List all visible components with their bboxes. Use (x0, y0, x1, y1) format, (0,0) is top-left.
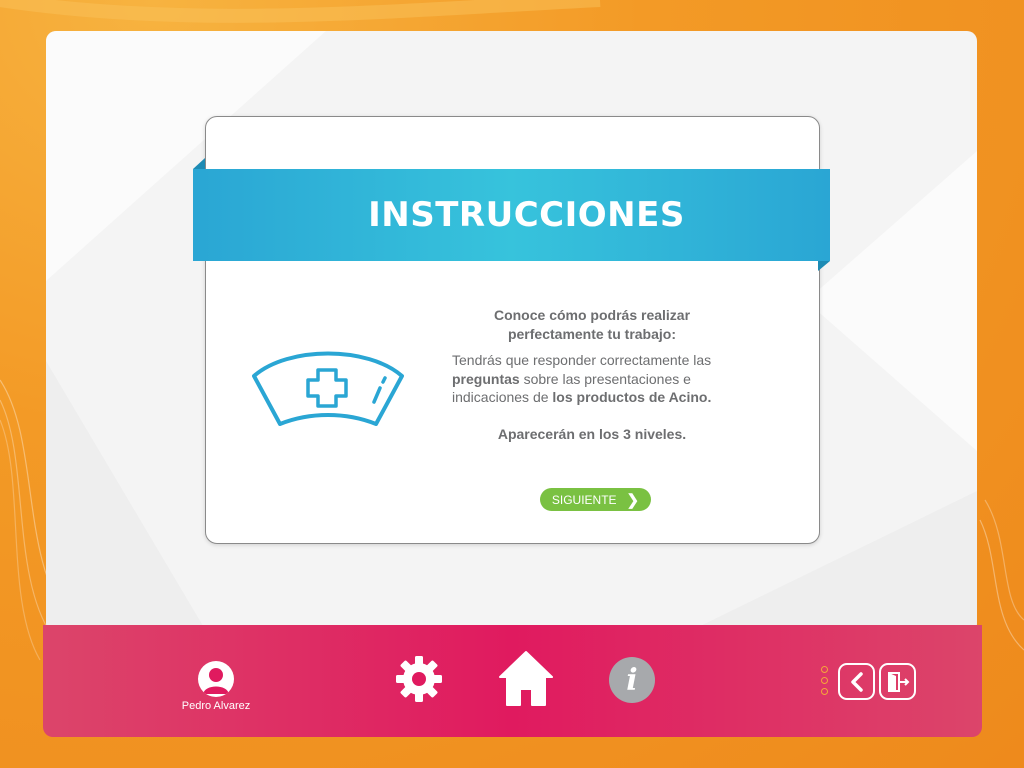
banner-fold-left (193, 158, 205, 169)
chevron-right-icon: ❯ (626, 491, 640, 509)
user-avatar-icon (198, 661, 234, 697)
gear-icon[interactable] (395, 655, 443, 708)
home-icon[interactable] (498, 649, 554, 712)
instructions-text: Conoce cómo podrás realizar perfectament… (452, 306, 752, 443)
bottom-nav-bar: Pedro Alvarez i (43, 625, 982, 737)
nurse-cap-icon (248, 348, 408, 443)
exit-button[interactable] (879, 663, 916, 700)
levels-text: Aparecerán en los 3 niveles. (497, 425, 687, 442)
desc-bold-2: los productos de Acino. (552, 389, 712, 405)
intro-text: Conoce cómo podrás realizar perfectament… (493, 307, 691, 342)
user-profile[interactable]: Pedro Alvarez (176, 661, 256, 712)
banner-fold-right (818, 261, 830, 271)
desc-bold-1: preguntas (452, 370, 520, 387)
description-text: Tendrás que responder correctamente las … (452, 351, 752, 407)
next-button-label: SIGUIENTE (551, 492, 617, 507)
desc-part-1: Tendrás que responder correctamente las (452, 352, 712, 368)
dots-indicator (821, 666, 828, 699)
chevron-left-icon (850, 671, 863, 692)
exit-icon (887, 671, 909, 692)
info-icon[interactable]: i (609, 657, 655, 703)
title-banner: INSTRUCCIONES (193, 169, 830, 261)
card-title: INSTRUCCIONES (368, 195, 685, 235)
back-button[interactable] (838, 663, 875, 700)
next-button[interactable]: SIGUIENTE ❯ (540, 488, 651, 511)
user-name: Pedro Alvarez (181, 700, 251, 712)
